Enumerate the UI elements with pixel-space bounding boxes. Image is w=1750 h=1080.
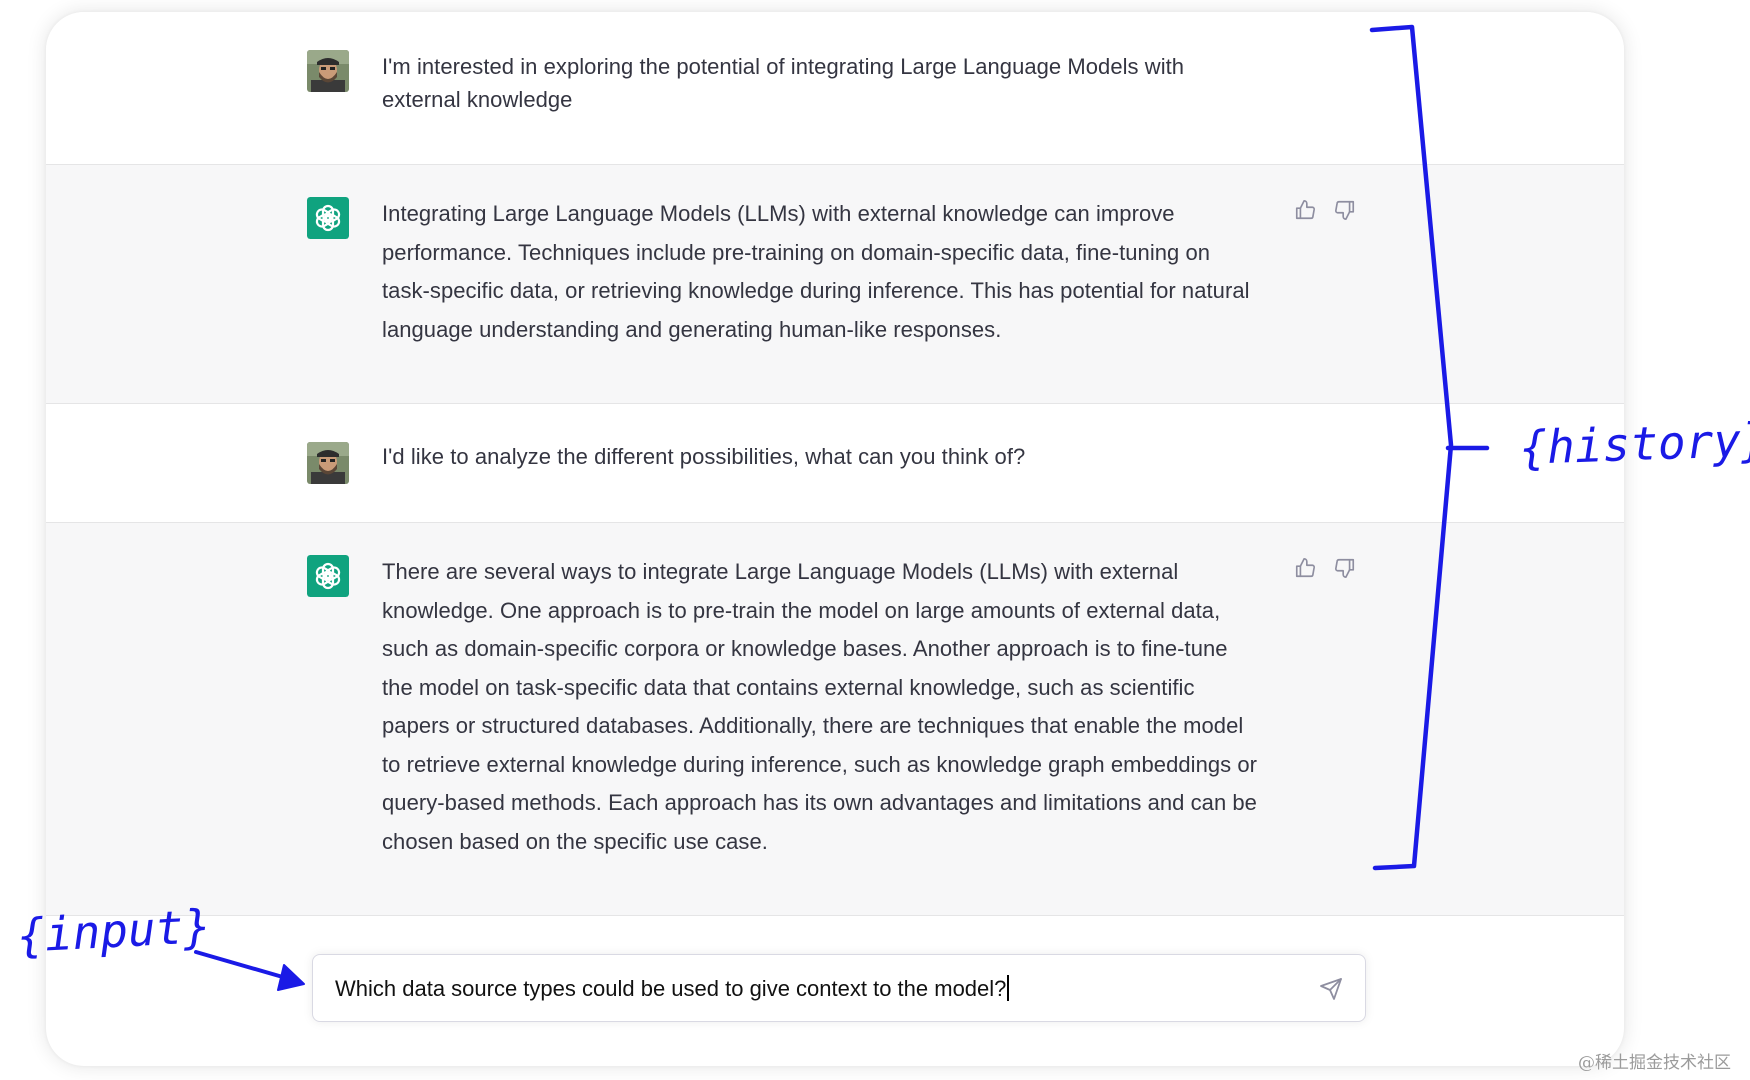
assistant-avatar — [307, 555, 349, 597]
message-assistant: There are several ways to integrate Larg… — [46, 522, 1624, 916]
prompt-input-text[interactable]: Which data source types could be used to… — [335, 975, 1009, 1002]
message-user: I'm interested in exploring the potentia… — [46, 12, 1624, 164]
send-icon[interactable] — [1319, 977, 1343, 1001]
thumbs-down-icon[interactable] — [1334, 557, 1356, 579]
message-user: I'd like to analyze the different possib… — [46, 404, 1624, 522]
watermark: @稀土掘金技术社区 — [1578, 1053, 1731, 1073]
feedback-buttons — [1294, 557, 1356, 579]
message-text: I'm interested in exploring the potentia… — [382, 54, 1185, 112]
user-avatar — [307, 442, 349, 484]
openai-logo-icon — [307, 197, 349, 239]
message-assistant: Integrating Large Language Models (LLMs)… — [46, 164, 1624, 404]
message-text: Integrating Large Language Models (LLMs)… — [382, 201, 1250, 342]
feedback-buttons — [1294, 199, 1356, 221]
prompt-input[interactable]: Which data source types could be used to… — [312, 954, 1366, 1022]
message-text: There are several ways to integrate Larg… — [382, 559, 1258, 854]
thumbs-down-icon[interactable] — [1334, 199, 1356, 221]
user-avatar — [307, 50, 349, 92]
chat-window: I'm interested in exploring the potentia… — [46, 12, 1624, 1066]
openai-logo-icon — [307, 555, 349, 597]
thumbs-up-icon[interactable] — [1294, 557, 1316, 579]
assistant-avatar — [307, 197, 349, 239]
message-text: I'd like to analyze the different possib… — [382, 444, 1026, 469]
thumbs-up-icon[interactable] — [1294, 199, 1316, 221]
